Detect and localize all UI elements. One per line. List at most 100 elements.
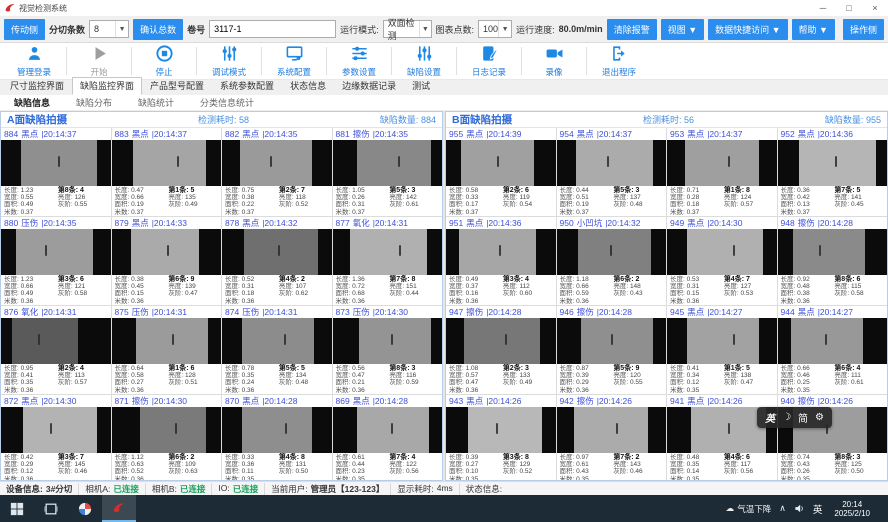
defect-image[interactable] [557,407,667,453]
moon-icon[interactable]: ☽ [782,412,791,423]
defect-cell[interactable]: 944 黑点 |20:14:27 长度: 0.66 宽度: 0.46 面积: 0… [778,306,888,394]
tray-expand-chevron-icon[interactable]: ∧ [779,503,786,514]
defect-cell[interactable]: 954 黑点 |20:14:37 长度: 0.44 宽度: 0.51 面积: 0… [557,128,667,216]
defect-image[interactable] [446,318,556,364]
drive-side-button[interactable]: 传动侧 [4,19,45,40]
start-button[interactable] [0,495,34,522]
defect-cell[interactable]: 880 压伤 |20:14:35 长度: 1.23 宽度: 0.66 面积: 0… [1,217,111,305]
language-indicator[interactable]: 英 [813,502,823,516]
run-mode-select[interactable]: 双面检测 ▼ [383,20,432,38]
defect-image[interactable] [112,407,222,453]
roll-number-input[interactable] [209,20,336,38]
defect-cell[interactable]: 881 擦伤 |20:14:35 长度: 1.05 宽度: 0.26 面积: 0… [333,128,443,216]
subtab-2[interactable]: 缺陷统计 [138,96,174,109]
defect-cell[interactable]: 871 擦伤 |20:14:30 长度: 1.12 宽度: 0.63 面积: 0… [112,395,222,480]
defect-cell[interactable]: 945 黑点 |20:14:27 长度: 0.41 宽度: 0.34 面积: 0… [667,306,777,394]
defect-cell[interactable]: 947 擦伤 |20:14:28 长度: 1.08 宽度: 0.57 面积: 0… [446,306,556,394]
gear-icon[interactable]: ⚙ [815,412,824,423]
defect-image[interactable] [333,407,443,453]
defect-cell[interactable]: 870 黑点 |20:14:28 长度: 0.33 宽度: 0.36 面积: 0… [222,395,332,480]
defect-cell[interactable]: 884 黑点 |20:14:37 长度: 1.23 宽度: 0.55 面积: 0… [1,128,111,216]
defect-image[interactable] [446,229,556,275]
defect-image[interactable] [333,318,443,364]
defect-cell[interactable]: 949 黑点 |20:14:30 长度: 0.53 宽度: 0.31 面积: 0… [667,217,777,305]
tab-0[interactable]: 尺寸监控界面 [2,77,72,95]
defect-image[interactable] [222,229,332,275]
tool-play[interactable]: 开始 [67,44,131,78]
defect-image[interactable] [778,229,888,275]
tool-exit[interactable]: 退出程序 [587,44,651,78]
view-menu-button[interactable]: 视图 ▼ [661,19,704,40]
tab-4[interactable]: 状态信息 [282,77,334,95]
minimize-button[interactable]: ─ [810,0,836,16]
slit-count-select[interactable]: 8 ▼ [89,20,129,38]
defect-cell[interactable]: 948 擦伤 |20:14:28 长度: 0.92 宽度: 0.48 面积: 0… [778,217,888,305]
help-menu-button[interactable]: 帮助 ▼ [792,19,835,40]
tab-2[interactable]: 产品型号配置 [142,77,212,95]
defect-image[interactable] [667,318,777,364]
tab-5[interactable]: 边缘数据记录 [334,77,404,95]
tool-monitor[interactable]: 系统配置 [262,44,326,78]
chart-points-select[interactable]: 100 ▼ [478,20,512,38]
tab-3[interactable]: 系统参数配置 [212,77,282,95]
inspection-app-icon[interactable] [102,495,136,522]
defect-cell[interactable]: 950 小凹坑 |20:14:32 长度: 1.18 宽度: 0.66 面积: … [557,217,667,305]
defect-cell[interactable]: 874 压伤 |20:14:31 长度: 0.78 宽度: 0.35 面积: 0… [222,306,332,394]
tool-camera[interactable]: 录像 [522,44,586,78]
defect-cell[interactable]: 878 黑点 |20:14:32 长度: 0.52 宽度: 0.31 面积: 0… [222,217,332,305]
tool-user[interactable]: 管理登录 [2,44,66,78]
input-method-app-icon[interactable] [68,495,102,522]
data-quick-access-button[interactable]: 数据快捷访问 ▼ [708,19,787,40]
ime-english-toggle[interactable]: 英 [765,410,775,425]
defect-cell[interactable]: 872 黑点 |20:14:30 长度: 0.42 宽度: 0.29 面积: 0… [1,395,111,480]
defect-cell[interactable]: 942 擦伤 |20:14:26 长度: 0.97 宽度: 0.61 面积: 0… [557,395,667,480]
defect-image[interactable] [333,140,443,186]
defect-image[interactable] [446,140,556,186]
defect-image[interactable] [222,318,332,364]
defect-cell[interactable]: 877 氧化 |20:14:31 长度: 1.36 宽度: 0.72 面积: 0… [333,217,443,305]
ime-simplified-toggle[interactable]: 简 [798,410,808,425]
tool-journal[interactable]: 日志记录 [457,44,521,78]
close-button[interactable]: × [862,0,888,16]
defect-image[interactable] [446,407,556,453]
defect-image[interactable] [222,140,332,186]
tool-sliders-v[interactable]: 调试模式 [197,44,261,78]
defect-cell[interactable]: 955 黑点 |20:14:39 长度: 0.58 宽度: 0.33 面积: 0… [446,128,556,216]
defect-image[interactable] [667,140,777,186]
defect-cell[interactable]: 952 黑点 |20:14:36 长度: 0.36 宽度: 0.42 面积: 0… [778,128,888,216]
defect-cell[interactable]: 875 压伤 |20:14:31 长度: 0.64 宽度: 0.58 面积: 0… [112,306,222,394]
defect-cell[interactable]: 883 黑点 |20:14:37 长度: 0.47 宽度: 0.66 面积: 0… [112,128,222,216]
tool-sliders-h[interactable]: 参数设置 [327,44,391,78]
defect-image[interactable] [1,318,111,364]
tool-sliders-v2[interactable]: 缺陷设置 [392,44,456,78]
defect-image[interactable] [557,140,667,186]
tab-6[interactable]: 测试 [404,77,438,95]
defect-cell[interactable]: 869 黑点 |20:14:28 长度: 0.61 宽度: 0.44 面积: 0… [333,395,443,480]
defect-image[interactable] [112,318,222,364]
defect-image[interactable] [112,229,222,275]
defect-cell[interactable]: 879 黑点 |20:14:33 长度: 0.38 宽度: 0.45 面积: 0… [112,217,222,305]
defect-image[interactable] [222,407,332,453]
defect-image[interactable] [333,229,443,275]
task-view-button[interactable] [34,495,68,522]
defect-cell[interactable]: 882 黑点 |20:14:35 长度: 0.75 宽度: 0.38 面积: 0… [222,128,332,216]
defect-image[interactable] [778,318,888,364]
defect-image[interactable] [112,140,222,186]
defect-cell[interactable]: 943 黑点 |20:14:26 长度: 0.39 宽度: 0.27 面积: 0… [446,395,556,480]
defect-image[interactable] [1,140,111,186]
defect-image[interactable] [667,229,777,275]
defect-cell[interactable]: 946 擦伤 |20:14:28 长度: 0.87 宽度: 0.39 面积: 0… [557,306,667,394]
defect-image[interactable] [1,229,111,275]
operate-side-button[interactable]: 操作侧 [843,19,884,40]
taskbar-clock[interactable]: 20:14 2025/2/10 [830,500,874,518]
defect-image[interactable] [557,318,667,364]
subtab-0[interactable]: 缺陷信息 [14,96,50,109]
defect-cell[interactable]: 951 黑点 |20:14:36 长度: 0.49 宽度: 0.37 面积: 0… [446,217,556,305]
confirm-total-button[interactable]: 确认总数 [133,19,183,40]
defect-cell[interactable]: 873 压伤 |20:14:30 长度: 0.56 宽度: 0.47 面积: 0… [333,306,443,394]
defect-cell[interactable]: 876 氧化 |20:14:31 长度: 0.95 宽度: 0.41 面积: 0… [1,306,111,394]
subtab-3[interactable]: 分类信息统计 [200,96,254,109]
weather-widget[interactable]: ☁ 气温下降 [726,503,772,515]
clear-alarm-button[interactable]: 清除报警 [607,19,657,40]
tool-stop[interactable]: 停止 [132,44,196,78]
